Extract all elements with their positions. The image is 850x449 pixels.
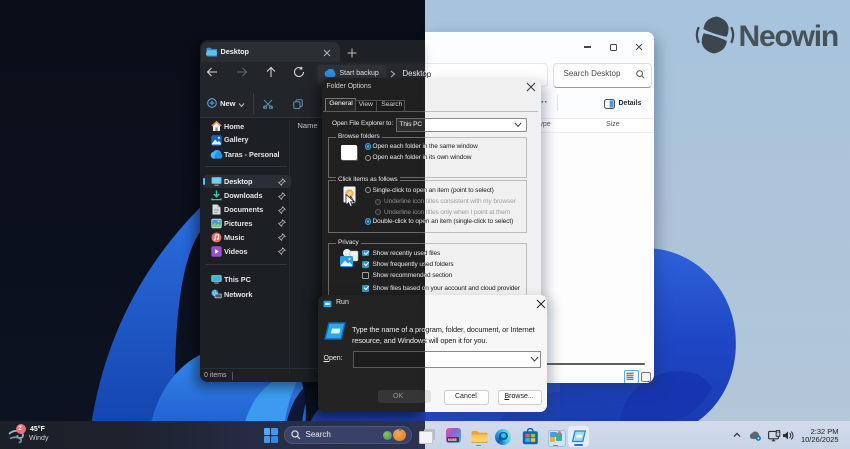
svg-text:Neowin: Neowin [739,20,838,53]
